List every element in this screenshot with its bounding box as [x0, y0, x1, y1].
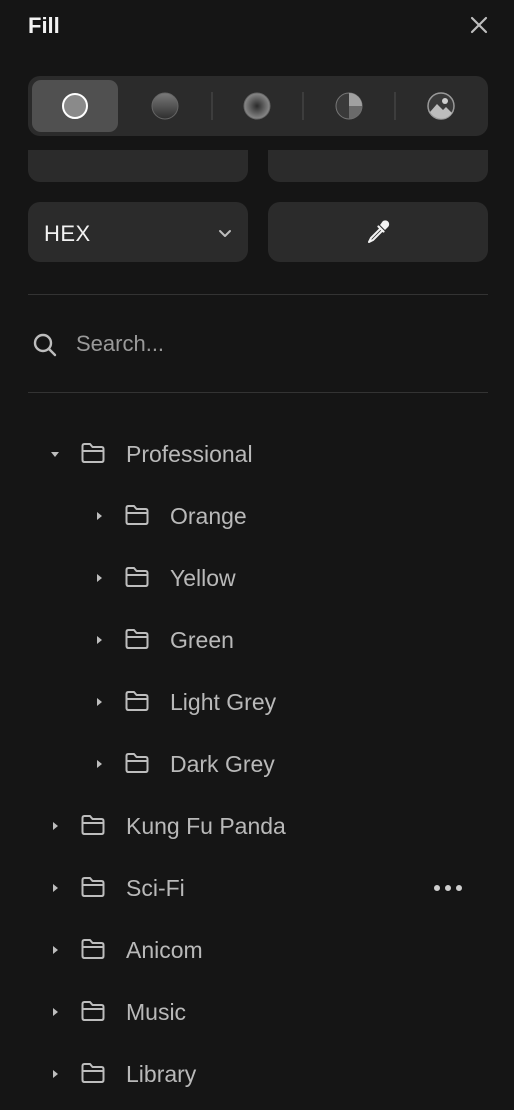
color-format-value: HEX	[44, 221, 91, 246]
tree-item-label: Green	[170, 627, 234, 653]
search-bar	[28, 314, 488, 374]
caret-right-icon[interactable]	[93, 634, 105, 646]
more-options-icon[interactable]	[432, 880, 464, 896]
image-fill-icon	[427, 92, 455, 120]
tree-item-orange[interactable]: Orange	[0, 486, 514, 548]
tree-item-dark-grey[interactable]: Dark Grey	[0, 734, 514, 796]
caret-right-icon[interactable]	[49, 820, 61, 832]
tree-item-music[interactable]: Music	[0, 982, 514, 1044]
fill-type-divider	[211, 92, 213, 120]
tree-item-label: Light Grey	[170, 689, 277, 715]
linear-gradient-button[interactable]	[122, 80, 208, 132]
caret-right-icon[interactable]	[93, 572, 105, 584]
tree-item-professional[interactable]: Professional	[0, 424, 514, 486]
fill-panel: Fill HEX Search... Professional Orange Y…	[0, 0, 514, 1110]
caret-right-icon[interactable]	[93, 510, 105, 522]
caret-down-icon[interactable]	[49, 448, 61, 460]
image-fill-button[interactable]	[398, 80, 484, 132]
tree-item-kung-fu-panda[interactable]: Kung Fu Panda	[0, 796, 514, 858]
eyedropper-icon	[368, 220, 390, 243]
angular-gradient-button[interactable]	[306, 80, 392, 132]
fill-type-divider	[302, 92, 304, 120]
caret-right-icon[interactable]	[49, 882, 61, 894]
linear-gradient-icon	[151, 92, 179, 120]
tree-item-sci-fi[interactable]: Sci-Fi	[0, 858, 514, 920]
panel-title: Fill	[28, 13, 60, 38]
folder-icon	[81, 1063, 105, 1083]
tree-item-yellow[interactable]: Yellow	[0, 548, 514, 610]
tree-item-label: Orange	[170, 503, 247, 529]
tree-item-label: Dark Grey	[170, 751, 275, 777]
tree-item-label: Kung Fu Panda	[126, 813, 286, 839]
folder-icon	[125, 691, 149, 711]
section-divider	[28, 392, 488, 393]
tree-item-label: Sci-Fi	[126, 875, 185, 901]
chevron-down-icon	[219, 230, 231, 237]
tree-item-light-grey[interactable]: Light Grey	[0, 672, 514, 734]
tree-item-label: Music	[126, 999, 187, 1025]
tree-item-label: Library	[126, 1061, 197, 1087]
section-divider	[28, 294, 488, 295]
caret-right-icon[interactable]	[49, 1006, 61, 1018]
fill-type-divider	[394, 92, 396, 120]
folder-icon	[81, 443, 105, 463]
folder-icon	[125, 567, 149, 587]
folder-icon	[125, 629, 149, 649]
folder-icon	[125, 505, 149, 525]
tree-item-library[interactable]: Library	[0, 1044, 514, 1106]
radial-gradient-button[interactable]	[214, 80, 300, 132]
eyedropper-button[interactable]	[268, 202, 488, 262]
angular-gradient-icon	[335, 92, 363, 120]
solid-fill-icon	[62, 93, 88, 119]
caret-right-icon[interactable]	[93, 696, 105, 708]
tree-item-label: Anicom	[126, 937, 203, 963]
caret-right-icon[interactable]	[49, 1068, 61, 1080]
color-input-left[interactable]	[28, 150, 248, 182]
folder-icon	[81, 939, 105, 959]
folder-icon	[125, 753, 149, 773]
panel-header: Fill	[0, 0, 514, 52]
fill-type-selector	[28, 76, 488, 136]
radial-gradient-icon	[243, 92, 271, 120]
caret-right-icon[interactable]	[49, 944, 61, 956]
folder-icon	[81, 1001, 105, 1021]
solid-fill-button[interactable]	[32, 80, 118, 132]
tree-item-label: Yellow	[170, 565, 236, 591]
tree-item-green[interactable]: Green	[0, 610, 514, 672]
search-input[interactable]	[76, 326, 476, 362]
tree-item-label: Professional	[126, 441, 253, 467]
folder-icon	[81, 877, 105, 897]
caret-right-icon[interactable]	[93, 758, 105, 770]
search-icon	[33, 333, 57, 357]
tree-item-anicom[interactable]: Anicom	[0, 920, 514, 982]
color-format-select[interactable]: HEX	[28, 202, 248, 262]
close-icon[interactable]	[468, 14, 490, 36]
color-input-right[interactable]	[268, 150, 488, 182]
folder-icon	[81, 815, 105, 835]
